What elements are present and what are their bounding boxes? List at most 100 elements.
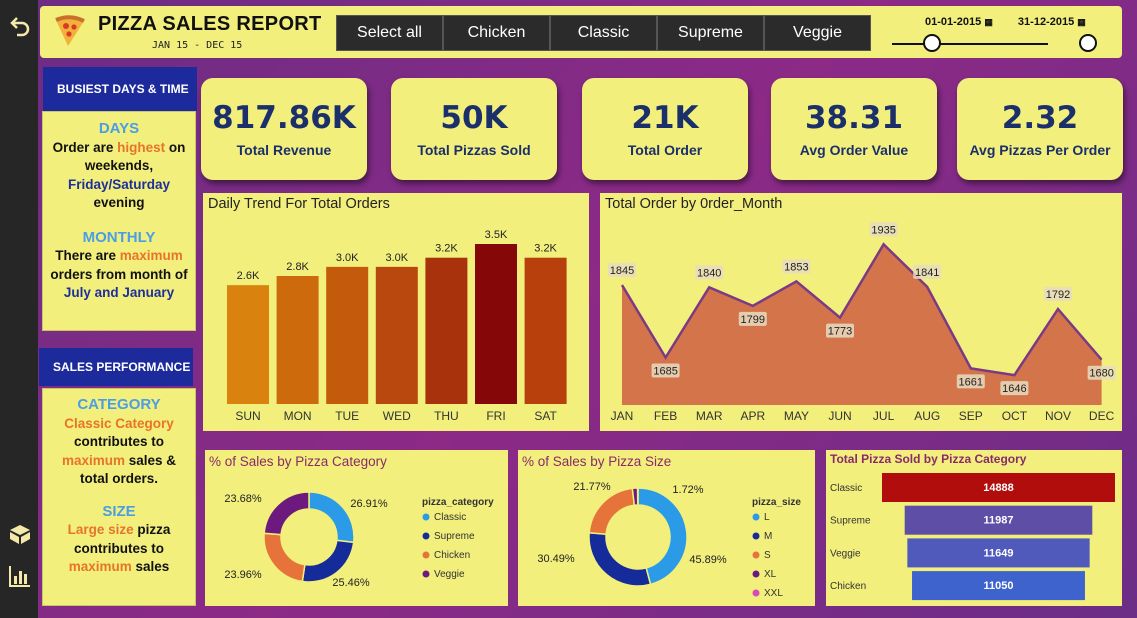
legend-label: XXL: [764, 588, 783, 599]
legend-label: Veggie: [434, 569, 465, 580]
legend-label: Supreme: [434, 531, 475, 542]
daily-bar: [475, 244, 517, 404]
pizza-logo-icon: [52, 12, 88, 48]
size-text: Large size pizza contributes to maximum …: [67, 522, 171, 574]
daily-trend-panel: Daily Trend For Total Orders 2.6K SUN 2.8K…: [203, 193, 589, 431]
legend-title: pizza_size: [752, 497, 801, 508]
donut-value-label: 25.46%: [332, 577, 370, 589]
date-slider-start-handle[interactable]: [923, 34, 941, 52]
donut-slice: [301, 539, 355, 583]
date-range-track: [892, 43, 1048, 45]
daily-x-tick: THU: [434, 409, 459, 423]
daily-bar: [375, 266, 418, 404]
pizza-sold-chart: Classic 14888 Supreme 11987 Veggie 11649 Chick…: [830, 473, 1115, 601]
donut-value-label: 45.89%: [689, 554, 727, 566]
monthly-x-tick: JUL: [873, 409, 895, 423]
monthly-data-label: 1840: [697, 267, 721, 279]
back-icon[interactable]: [7, 12, 33, 38]
busiest-days-panel: DAYS Order are highest on weekends, Frid…: [42, 111, 196, 331]
monthly-x-tick: NOV: [1045, 409, 1071, 423]
slicer-supreme[interactable]: Supreme: [657, 15, 764, 51]
hbar-value-label: 11987: [984, 515, 1014, 527]
monthly-text: There are maximum orders from month of J…: [50, 248, 188, 300]
monthly-x-tick: FEB: [654, 409, 677, 423]
size-donut-chart: 45.89% 30.49% 21.77% 1.72% pizza_size LMS XL XX…: [537, 481, 801, 599]
category-title: CATEGORY: [77, 396, 161, 413]
legend-marker: [422, 532, 430, 540]
kpi-total-revenue: 817.86K Total Revenue: [201, 78, 367, 180]
hbar-value-label: 11649: [984, 547, 1014, 559]
left-nav-bar: [0, 0, 38, 618]
slicer-veggie[interactable]: Veggie: [764, 15, 871, 51]
daily-trend-chart: 2.6K SUN 2.8K MON 3.0K TUE 3.0K WED 3.2K THU 3.5K F…: [227, 229, 567, 423]
category-sales-panel: % of Sales by Pizza Category 26.91% 25.46…: [205, 450, 508, 606]
busiest-days-heading: BUSIEST DAYS & TIME: [43, 67, 197, 111]
legend-marker: [752, 589, 760, 597]
category-donut-chart: 26.91% 25.46% 23.96% 23.68% pizza_category Cl…: [224, 491, 494, 589]
kpi-total-order: 21K Total Order: [582, 78, 748, 180]
legend-label: M: [764, 531, 772, 542]
hbar-value-label: 11050: [984, 580, 1014, 592]
hbar-value-label: 14888: [983, 482, 1014, 494]
daily-bar: [227, 285, 269, 404]
date-end[interactable]: 31-12-2015 ▦: [1018, 16, 1086, 28]
monthly-title: MONTHLY: [82, 228, 156, 246]
daily-x-tick: FRI: [486, 409, 505, 423]
date-slider-end-handle[interactable]: [1079, 34, 1097, 52]
category-text: Classic Category contributes to maximum …: [61, 415, 177, 487]
legend-label: XL: [764, 569, 777, 580]
days-title: DAYS: [98, 120, 140, 137]
daily-x-tick: MON: [284, 409, 312, 423]
daily-x-tick: WED: [383, 409, 411, 423]
daily-bar-label: 2.8K: [286, 261, 309, 273]
daily-bar-label: 3.2K: [435, 243, 458, 255]
kpi-label: Avg Order Value: [799, 142, 909, 158]
donut-value-label: 26.91%: [350, 498, 388, 510]
legend-marker: [422, 570, 430, 578]
daily-bar: [524, 257, 567, 404]
kpi-value: 38.31: [804, 100, 904, 136]
slicer-classic[interactable]: Classic: [550, 15, 657, 51]
daily-x-tick: TUE: [335, 409, 359, 423]
date-start[interactable]: 01-01-2015 ▦: [925, 16, 993, 28]
daily-bar-label: 2.6K: [237, 270, 260, 282]
legend-label: Classic: [434, 512, 466, 523]
kpi-value: 21K: [631, 100, 699, 136]
donut-slice: [588, 487, 636, 536]
monthly-x-tick: MAR: [696, 409, 723, 423]
donut-value-label: 23.68%: [224, 493, 262, 505]
donut-value-label: 23.96%: [224, 569, 262, 581]
donut-value-label: 21.77%: [573, 481, 611, 493]
daily-bar-label: 3.5K: [485, 229, 508, 241]
donut-slice: [308, 491, 355, 544]
kpi-avg-order-value: 38.31 Avg Order Value: [771, 78, 937, 180]
monthly-x-tick: DEC: [1089, 409, 1115, 423]
kpi-value: 2.32: [1001, 100, 1079, 136]
daily-bar-label: 3.2K: [534, 243, 557, 255]
size-title: SIZE: [102, 502, 136, 520]
monthly-orders-panel: Total Order by 0rder_Month 1845 JAN 1685 FE…: [600, 193, 1122, 431]
daily-bar: [425, 257, 468, 404]
daily-bar: [326, 266, 369, 404]
kpi-total-pizzas-sold: 50K Total Pizzas Sold: [391, 78, 557, 180]
donut-slice: [263, 491, 310, 536]
slicer-chicken[interactable]: Chicken: [443, 15, 550, 51]
bar-chart-icon[interactable]: [7, 563, 33, 589]
monthly-data-label: 1792: [1046, 289, 1070, 301]
box-icon[interactable]: [7, 521, 33, 547]
legend-label: L: [764, 512, 770, 523]
sales-performance-heading: SALES PERFORMANCE: [39, 348, 193, 386]
daily-x-tick: SUN: [235, 409, 260, 423]
legend-title: pizza_category: [422, 497, 494, 508]
daily-bar-label: 3.0K: [385, 252, 408, 264]
monthly-data-label: 1680: [1089, 368, 1113, 380]
daily-bar-label: 3.0K: [336, 252, 359, 264]
hbar-category-label: Veggie: [830, 548, 861, 559]
header-bar: PIZZA SALES REPORT JAN 15 - DEC 15 Selec…: [40, 6, 1122, 58]
monthly-x-tick: MAY: [784, 409, 809, 423]
monthly-x-tick: JUN: [828, 409, 851, 423]
monthly-data-label: 1799: [741, 314, 765, 326]
slicer-select-all[interactable]: Select all: [336, 15, 443, 51]
monthly-data-label: 1685: [653, 365, 677, 377]
monthly-area: [622, 244, 1102, 405]
